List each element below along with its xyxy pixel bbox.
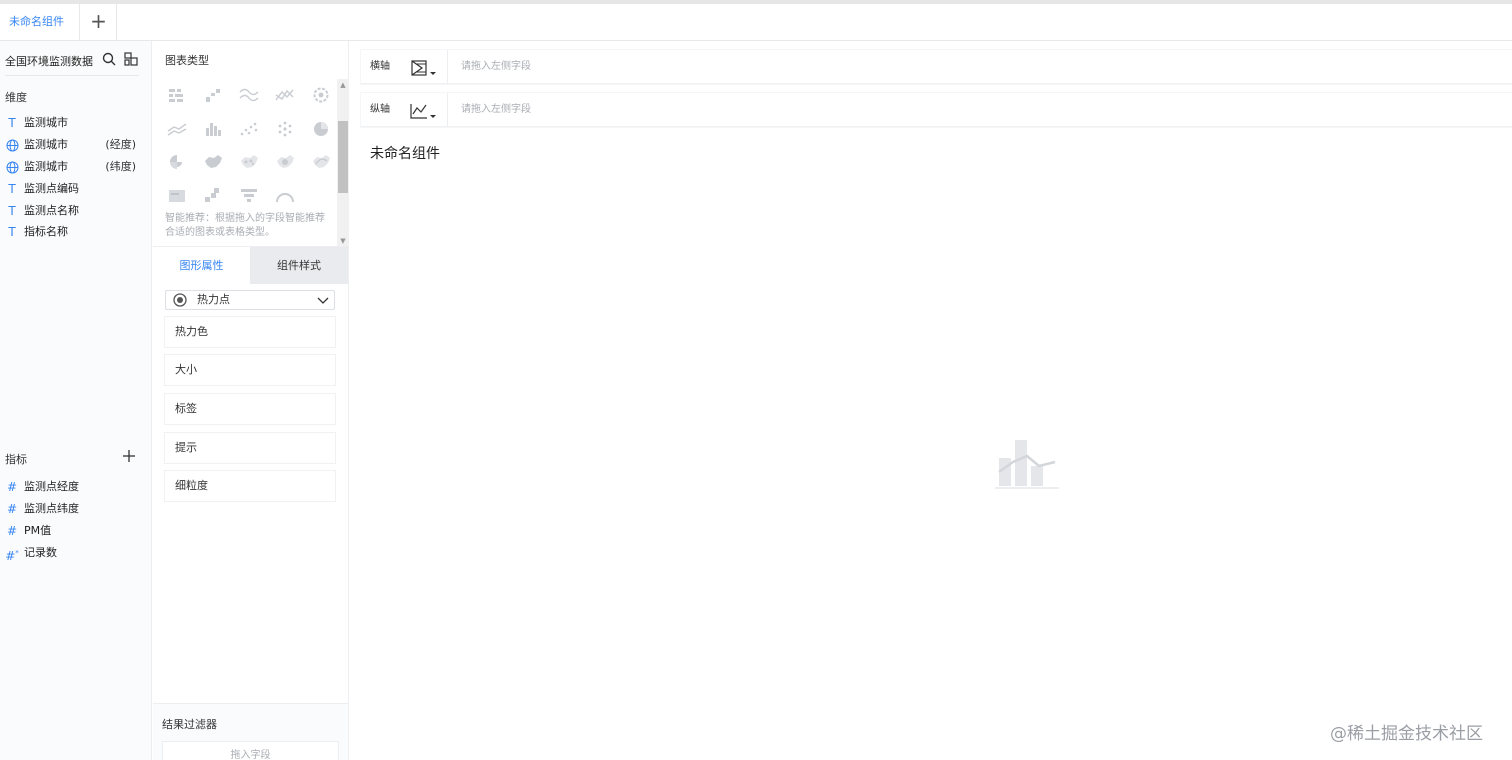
chart-subtype-select[interactable]: 热力点: [165, 290, 335, 310]
dimension-item[interactable]: 监测城市 (纬度): [5, 158, 145, 176]
measures-title: 指标: [5, 453, 27, 466]
select-value: 热力点: [197, 293, 230, 306]
x-axis-label: 横轴: [370, 61, 390, 72]
fields-panel: 全国环境监测数据 维度 T 监测城市 监测城市 (经度) 监测城市 (纬度) T…: [0, 41, 152, 760]
number-icon: #: [6, 480, 18, 494]
gauge-chart-icon[interactable]: [273, 185, 297, 205]
dimension-item[interactable]: 监测城市 (经度): [5, 136, 145, 154]
property-label[interactable]: 标签: [165, 394, 335, 424]
property-tooltip[interactable]: 提示: [165, 433, 335, 463]
scroll-down-icon[interactable]: ▼: [339, 237, 347, 245]
number-icon: #: [6, 524, 18, 538]
chart-type-scrollbar[interactable]: ▲ ▼: [337, 79, 349, 247]
field-label: 监测城市: [24, 160, 68, 173]
text-icon: T: [8, 225, 16, 239]
dimensions-title: 维度: [5, 91, 27, 104]
measure-item[interactable]: #* 记录数: [5, 544, 145, 563]
dataset-name[interactable]: 全国环境监测数据: [5, 53, 93, 69]
china-map-icon[interactable]: [201, 152, 225, 172]
heat-map-icon[interactable]: [273, 152, 297, 172]
chart-type-title: 图表类型: [165, 54, 209, 67]
y-axis-row[interactable]: 纵轴 请拖入左侧字段: [361, 93, 1512, 127]
dimension-item[interactable]: T 监测点名称: [5, 202, 145, 220]
measure-item[interactable]: # 监测点纬度: [5, 500, 145, 518]
switch-dataset-icon[interactable]: [124, 52, 138, 66]
property-heat-color[interactable]: 热力色: [165, 317, 335, 347]
globe-icon: [5, 158, 19, 179]
config-tabs: 图形属性 组件样式: [153, 246, 348, 284]
field-suffix: (纬度): [105, 160, 136, 173]
globe-icon: [5, 136, 19, 157]
tab-component-style[interactable]: 组件样式: [250, 247, 348, 284]
x-axis-drop-field[interactable]: 请拖入左侧字段: [461, 50, 531, 84]
y-axis-label: 纵轴: [370, 104, 390, 115]
filter-drop-zone[interactable]: 拖入字段: [162, 741, 339, 760]
field-label: 监测点经度: [24, 480, 79, 493]
dimension-item[interactable]: T 监测城市: [5, 114, 145, 132]
field-label: 监测点编码: [24, 182, 79, 195]
field-label: 监测城市: [24, 116, 68, 129]
range-line-icon[interactable]: [273, 85, 297, 105]
chart-type-grid: [165, 85, 340, 211]
field-suffix: (经度): [105, 138, 136, 151]
dimension-item[interactable]: T 指标名称: [5, 223, 145, 241]
gear-chart-icon[interactable]: [309, 85, 333, 105]
bar-chart-icon[interactable]: [201, 119, 225, 139]
field-label: PM值: [24, 524, 52, 537]
divider: [5, 75, 139, 76]
scroll-up-icon[interactable]: ▲: [339, 81, 347, 89]
line-chart-icon[interactable]: [165, 119, 189, 139]
empty-chart-icon: [995, 440, 1059, 489]
kpi-card-icon[interactable]: [165, 185, 189, 205]
cross-table-icon[interactable]: [201, 185, 225, 205]
divider: [447, 93, 448, 127]
chart-canvas: 横轴 请拖入左侧字段 纵轴 请拖入左侧字段 未命名组件 @稀土掘金技术社区: [350, 41, 1512, 760]
stepped-bar-icon[interactable]: [201, 85, 225, 105]
field-label: 记录数: [24, 546, 57, 559]
add-tab-button[interactable]: +: [81, 4, 117, 40]
funnel-chart-icon[interactable]: [237, 185, 261, 205]
add-measure-icon[interactable]: [122, 449, 136, 463]
text-icon: T: [8, 182, 16, 196]
result-filter-title: 结果过滤器: [162, 718, 217, 731]
field-label: 监测城市: [24, 138, 68, 151]
scatter-chart-icon[interactable]: [237, 119, 261, 139]
property-size[interactable]: 大小: [165, 355, 335, 385]
field-label: 监测点名称: [24, 204, 79, 217]
top-tab-bar: 未命名组件 +: [0, 0, 1512, 41]
search-icon[interactable]: [102, 52, 116, 66]
tab-chart-properties[interactable]: 图形属性: [153, 247, 250, 284]
tab-untitled-component[interactable]: 未命名组件: [0, 4, 80, 40]
y-axis-drop-field[interactable]: 请拖入左侧字段: [461, 93, 531, 127]
point-map-icon[interactable]: [237, 152, 261, 172]
field-label: 监测点纬度: [24, 502, 79, 515]
number-icon: #: [6, 502, 18, 516]
measure-item[interactable]: # PM值: [5, 522, 145, 540]
config-panel: 图表类型 ▲ ▼ 智能推荐：根据拖入的字段智能推荐合适的图表或表格类型。 图形属…: [153, 41, 349, 760]
grouped-table-icon[interactable]: [165, 85, 189, 105]
calc-number-icon: #*: [5, 549, 19, 563]
rose-chart-icon[interactable]: [165, 152, 189, 172]
component-title[interactable]: 未命名组件: [370, 143, 440, 163]
scrollbar-thumb[interactable]: [338, 121, 348, 193]
heat-point-icon: [173, 293, 187, 307]
chevron-down-icon: [317, 297, 329, 304]
divider: [447, 50, 448, 84]
text-icon: T: [8, 204, 16, 218]
dimension-item[interactable]: T 监测点编码: [5, 180, 145, 198]
pie-chart-icon[interactable]: [309, 119, 333, 139]
x-axis-chart-icon[interactable]: [408, 58, 440, 78]
y-axis-chart-icon[interactable]: [408, 101, 440, 121]
smart-recommend-text: 智能推荐：根据拖入的字段智能推荐合适的图表或表格类型。: [165, 213, 325, 238]
property-granularity[interactable]: 细粒度: [165, 471, 335, 501]
measure-item[interactable]: # 监测点经度: [5, 478, 145, 496]
result-filter-section: 结果过滤器 拖入字段: [153, 703, 348, 760]
text-icon: T: [8, 116, 16, 130]
wave-line-icon[interactable]: [237, 85, 261, 105]
watermark-text: @稀土掘金技术社区: [1330, 724, 1483, 744]
flow-map-icon[interactable]: [309, 152, 333, 172]
field-label: 指标名称: [24, 225, 68, 238]
x-axis-row[interactable]: 横轴 请拖入左侧字段: [361, 50, 1512, 84]
dot-radial-icon[interactable]: [273, 119, 297, 139]
